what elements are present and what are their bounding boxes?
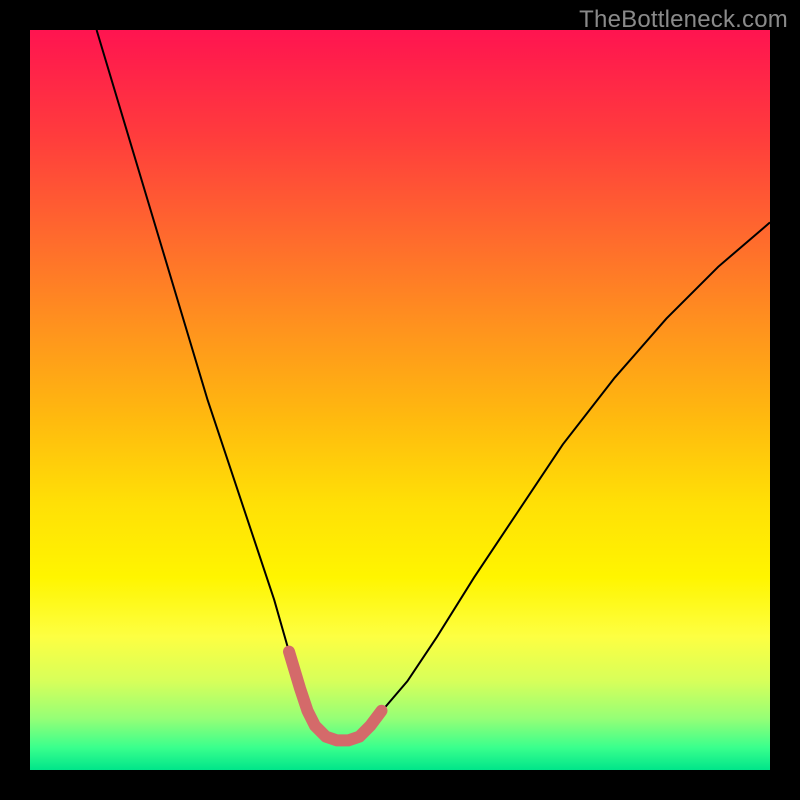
optimal-zone-overlay (289, 652, 382, 741)
plot-area (30, 30, 770, 770)
bottleneck-curve (97, 30, 770, 740)
curve-layer (30, 30, 770, 770)
watermark-text: TheBottleneck.com (579, 6, 788, 34)
chart-frame: TheBottleneck.com (0, 0, 800, 800)
